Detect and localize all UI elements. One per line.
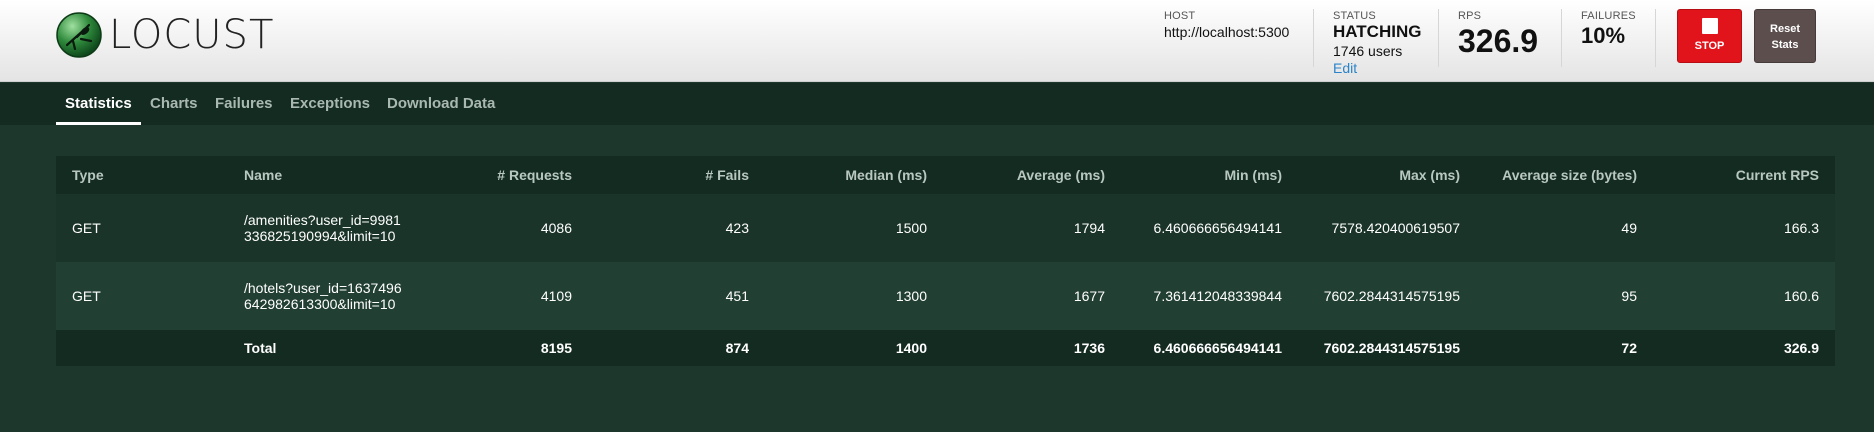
statistics-table: Type Name # Requests # Fails Median (ms)… [56, 156, 1835, 366]
rps-label: RPS [1458, 10, 1482, 22]
column-header-avg-size[interactable]: Average size (bytes) [1476, 156, 1653, 194]
top-header: LOCUST HOST http://localhost:5300 STATUS… [0, 0, 1874, 82]
cell-average: 1794 [1073, 220, 1105, 236]
reset-label-line1: Reset [1770, 23, 1800, 35]
cell-average: 1677 [1073, 288, 1105, 304]
host-value: http://localhost:5300 [1164, 24, 1290, 40]
cell-fails: 423 [725, 220, 749, 236]
edit-users-link[interactable]: Edit [1333, 60, 1421, 76]
tab-statistics[interactable]: Statistics [56, 83, 141, 125]
cell-name: /hotels?user_id=1637496642982613300&limi… [244, 280, 402, 312]
locust-logo[interactable]: LOCUST [55, 10, 274, 60]
cell-requests: 4086 [540, 220, 572, 236]
statistics-table-container: Type Name # Requests # Fails Median (ms)… [56, 156, 1835, 366]
rps-value: 326.9 [1458, 23, 1539, 59]
column-header-requests[interactable]: # Requests [420, 156, 588, 194]
rps-box: RPS 326.9 [1458, 10, 1538, 60]
locust-logo-icon [56, 12, 102, 58]
reset-stats-button[interactable]: Reset Stats [1754, 9, 1816, 63]
tab-download-data[interactable]: Download Data [387, 83, 495, 125]
column-header-type[interactable]: Type [56, 156, 228, 194]
total-cell-avg-size: 72 [1621, 340, 1637, 356]
header-divider [1655, 9, 1656, 67]
total-cell-median: 1400 [895, 340, 927, 356]
failures-box: FAILURES 10% [1581, 10, 1636, 49]
status-label: STATUS [1333, 10, 1376, 22]
total-cell-min: 6.460666656494141 [1153, 340, 1282, 356]
failures-label: FAILURES [1581, 10, 1636, 22]
tab-failures[interactable]: Failures [215, 83, 273, 125]
cell-fails: 451 [725, 288, 749, 304]
column-header-max[interactable]: Max (ms) [1298, 156, 1476, 194]
status-value: HATCHING [1333, 22, 1422, 41]
reset-label-line2: Stats [1771, 39, 1799, 51]
table-row: GET /amenities?user_id=9981336825190994&… [56, 194, 1835, 262]
cell-avg-size: 49 [1621, 220, 1637, 236]
total-cell-average: 1736 [1073, 340, 1105, 356]
status-box: STATUS HATCHING 1746 users Edit [1333, 10, 1421, 76]
host-label: HOST [1164, 10, 1196, 22]
header-divider [1438, 9, 1439, 67]
header-divider [1561, 9, 1562, 67]
total-cell-fails: 874 [725, 340, 749, 356]
cell-type: GET [72, 288, 101, 304]
user-count: 1746 users [1333, 43, 1403, 59]
cell-avg-size: 95 [1621, 288, 1637, 304]
total-cell-type [56, 330, 228, 366]
cell-max: 7578.420400619507 [1331, 220, 1460, 236]
failures-value: 10% [1581, 23, 1626, 48]
column-header-fails[interactable]: # Fails [588, 156, 765, 194]
tab-exceptions[interactable]: Exceptions [290, 83, 370, 125]
stop-label: STOP [1694, 40, 1725, 52]
table-total-row: Total 8195 874 1400 1736 6.4606666564941… [56, 330, 1835, 366]
stop-icon [1701, 18, 1718, 34]
cell-median: 1500 [895, 220, 927, 236]
cell-type: GET [72, 220, 101, 236]
table-row: GET /hotels?user_id=1637496642982613300&… [56, 262, 1835, 330]
main-nav: Statistics Charts Failures Exceptions Do… [0, 83, 1874, 125]
cell-median: 1300 [895, 288, 927, 304]
column-header-median[interactable]: Median (ms) [765, 156, 943, 194]
column-header-current-rps[interactable]: Current RPS [1653, 156, 1835, 194]
cell-max: 7602.2844314575195 [1323, 288, 1460, 304]
tab-charts[interactable]: Charts [150, 83, 198, 125]
column-header-name[interactable]: Name [228, 156, 420, 194]
cell-min: 7.361412048339844 [1153, 288, 1282, 304]
logo-text: LOCUST [109, 12, 275, 58]
total-cell-current-rps: 326.9 [1783, 340, 1819, 356]
header-divider [1313, 9, 1314, 67]
cell-requests: 4109 [540, 288, 572, 304]
stop-button[interactable]: STOP [1677, 9, 1742, 63]
total-cell-name: Total [244, 340, 277, 356]
total-cell-max: 7602.2844314575195 [1323, 340, 1460, 356]
cell-min: 6.460666656494141 [1153, 220, 1282, 236]
cell-current-rps: 166.3 [1783, 220, 1819, 236]
column-header-average[interactable]: Average (ms) [943, 156, 1121, 194]
cell-current-rps: 160.6 [1783, 288, 1819, 304]
cell-name: /amenities?user_id=9981336825190994&limi… [244, 212, 401, 244]
table-header-row: Type Name # Requests # Fails Median (ms)… [56, 156, 1835, 194]
host-box: HOST http://localhost:5300 [1164, 10, 1289, 40]
total-cell-requests: 8195 [540, 340, 572, 356]
column-header-min[interactable]: Min (ms) [1121, 156, 1298, 194]
